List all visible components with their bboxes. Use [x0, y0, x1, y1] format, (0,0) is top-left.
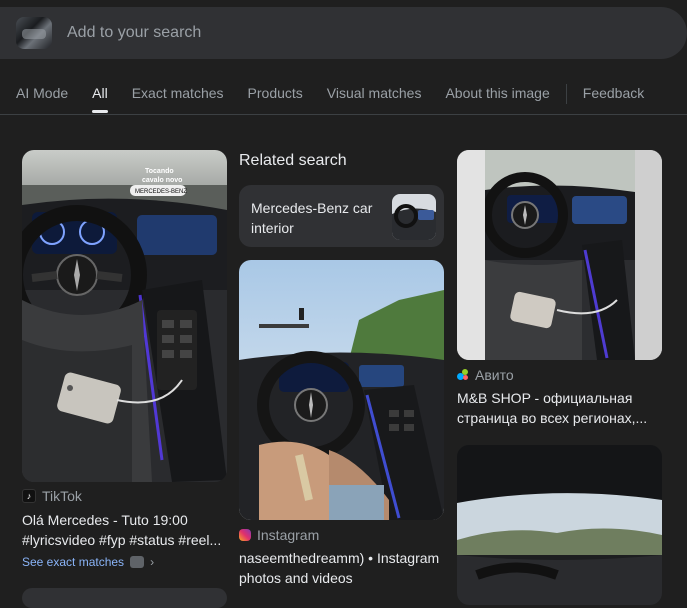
- tab-feedback[interactable]: Feedback: [583, 84, 644, 101]
- instagram-source[interactable]: Instagram: [239, 527, 319, 543]
- tiktok-source-label: TikTok: [42, 488, 82, 504]
- exact-match-thumbnail: [130, 556, 145, 568]
- tiktok-overlay-line1: Tocando: [145, 168, 174, 175]
- instagram-title-line2: photos and videos: [239, 570, 353, 586]
- instagram-icon: [239, 529, 251, 541]
- avito-icon: [457, 369, 469, 381]
- tiktok-result-title[interactable]: Olá Mercedes - Tuto 19:00 #lyricsvideo #…: [22, 510, 227, 550]
- related-search-chip[interactable]: Mercedes-Benz car interior: [239, 185, 444, 247]
- tab-ai-mode[interactable]: AI Mode: [16, 84, 68, 101]
- avito-title-line1: M&B SHOP - официальная: [457, 390, 633, 406]
- next-result-card-partial[interactable]: [22, 588, 227, 608]
- tabs-divider-line: [0, 114, 687, 115]
- search-bar[interactable]: [0, 7, 687, 59]
- related-search-text: Mercedes-Benz car interior: [251, 200, 373, 236]
- avito-source-label: Авито: [475, 367, 514, 383]
- avito-source[interactable]: Авито: [457, 367, 514, 383]
- tab-divider: [565, 84, 567, 104]
- tab-exact-matches[interactable]: Exact matches: [132, 84, 224, 101]
- tab-bar: AI Mode All Exact matches Products Visua…: [16, 84, 668, 114]
- tab-products[interactable]: Products: [248, 84, 303, 101]
- avito-title-line2: страница во всех регионах,...: [457, 410, 648, 426]
- search-input[interactable]: [65, 23, 629, 43]
- tiktok-source[interactable]: ♪ TikTok: [22, 488, 82, 504]
- tab-about-this-image[interactable]: About this image: [445, 84, 549, 101]
- see-exact-matches-label: See exact matches: [22, 555, 125, 569]
- instagram-title-line1: naseemthedreamm) • Instagram: [239, 550, 440, 566]
- tiktok-overlay-badge: MERCEDES-BENZ: [135, 189, 187, 195]
- avito-result-image[interactable]: [457, 150, 662, 360]
- tiktok-title-line1: Olá Mercedes - Tuto 19:00: [22, 512, 188, 528]
- tab-visual-matches[interactable]: Visual matches: [327, 84, 422, 101]
- related-search-heading: Related search: [239, 152, 347, 169]
- avito-result-title[interactable]: M&B SHOP - официальная страница во всех …: [457, 388, 672, 428]
- instagram-result-title[interactable]: naseemthedreamm) • Instagram photos and …: [239, 548, 454, 588]
- tiktok-overlay-line2: cavalo novo: [142, 177, 182, 184]
- see-exact-matches-link[interactable]: See exact matches ›: [22, 555, 154, 569]
- related-search-thumbnail: [392, 194, 436, 240]
- tiktok-icon: ♪: [22, 489, 36, 503]
- tiktok-title-line2: #lyricsvideo #fyp #status #reel...: [22, 532, 222, 548]
- instagram-source-label: Instagram: [257, 527, 320, 543]
- search-image-thumbnail[interactable]: [16, 17, 52, 49]
- instagram-result-image[interactable]: [239, 260, 444, 520]
- chevron-right-icon: ›: [150, 555, 155, 569]
- tiktok-result-image[interactable]: Tocando cavalo novo MERCEDES-BENZ: [22, 150, 227, 482]
- tab-all[interactable]: All: [92, 84, 108, 113]
- landscape-result-image[interactable]: [457, 445, 662, 605]
